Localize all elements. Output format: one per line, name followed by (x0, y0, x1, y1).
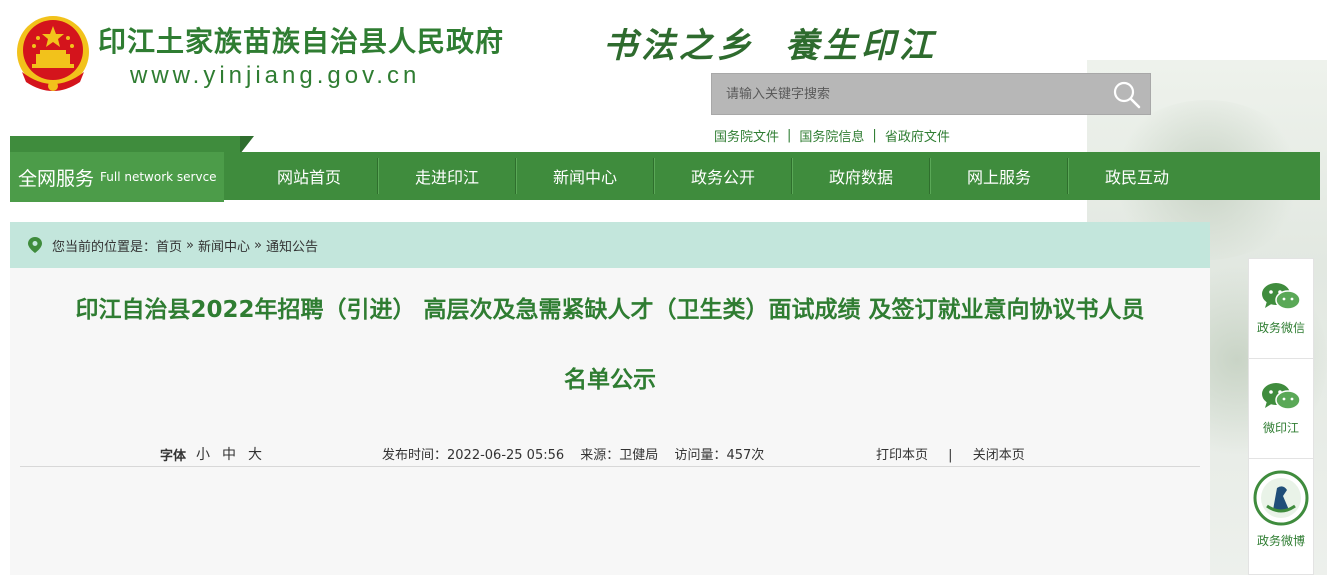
article-title-line2: 名单公示 (564, 367, 656, 393)
nav-item-news[interactable]: 新闻中心 (516, 152, 654, 200)
slogan: 书法之乡 養生印江 (603, 18, 937, 67)
weibo-logo-icon (1253, 470, 1309, 525)
search-input[interactable] (712, 74, 1107, 114)
slogan-left: 书法之乡 (603, 26, 755, 66)
article-meta: 字体 小 中 大 发布时间：2022-06-25 05:56 来源：卫健局 访问… (10, 444, 1210, 468)
article-source: 来源：卫健局 (580, 448, 659, 463)
separator: | (872, 128, 877, 143)
breadcrumb-separator: » (254, 237, 262, 253)
main-content: 您当前的位置是： 首页 » 新闻中心 » 通知公告 印江自治县2022年招聘（引… (10, 222, 1210, 575)
font-label: 字体 (160, 448, 187, 464)
close-page-link[interactable]: 关闭本页 (973, 448, 1025, 463)
publish-time: 发布时间：2022-06-25 05:56 (382, 448, 565, 463)
all-services-label-en: Full network servce (100, 170, 217, 184)
breadcrumb: 您当前的位置是： 首页 » 新闻中心 » 通知公告 (10, 222, 1210, 268)
nav-item-about[interactable]: 走进印江 (378, 152, 516, 200)
quick-links: 国务院文件 | 国务院信息 | 省政府文件 (714, 126, 950, 145)
font-size-medium[interactable]: 中 (222, 444, 236, 464)
breadcrumb-separator: » (186, 237, 194, 253)
location-pin-icon (28, 237, 42, 253)
quick-link-state-council-info[interactable]: 国务院信息 (799, 126, 864, 145)
view-count: 访问量：457次 (674, 448, 765, 463)
article-info: 发布时间：2022-06-25 05:56 来源：卫健局 访问量：457次 (382, 444, 776, 463)
breadcrumb-news[interactable]: 新闻中心 (198, 236, 250, 255)
search-box (711, 73, 1151, 115)
site-header: 印江土家族苗族自治县人民政府 www.yinjiang.gov.cn 书法之乡養… (0, 0, 1327, 150)
nav-item-gov-affairs[interactable]: 政务公开 (654, 152, 792, 200)
wechat-icon (1262, 283, 1301, 310)
side-item-gov-weibo[interactable]: 政务微博 (1249, 459, 1313, 559)
quick-link-state-council-docs[interactable]: 国务院文件 (714, 126, 779, 145)
separator: | (948, 448, 953, 463)
nav-item-interaction[interactable]: 政民互动 (1068, 152, 1206, 200)
side-item-gov-wechat[interactable]: 政务微信 (1249, 259, 1313, 359)
separator: | (787, 128, 792, 143)
main-nav: 网站首页 走进印江 新闻中心 政务公开 政府数据 网上服务 政民互动 (240, 152, 1206, 200)
site-url: www.yinjiang.gov.cn (130, 62, 421, 89)
side-item-wei-yinjiang[interactable]: 微印江 (1249, 359, 1313, 459)
breadcrumb-prefix: 您当前的位置是： (52, 239, 157, 255)
breadcrumb-home[interactable]: 首页 (156, 236, 182, 255)
font-size-control: 字体 小 中 大 (160, 444, 274, 464)
nav-item-online-services[interactable]: 网上服务 (930, 152, 1068, 200)
breadcrumb-notices[interactable]: 通知公告 (266, 236, 318, 255)
slogan-right: 養生印江 (785, 26, 937, 66)
article-title: 印江自治县2022年招聘（引进） 高层次及急需紧缺人才（卫生类）面试成绩 及签订… (10, 290, 1210, 400)
print-page-link[interactable]: 打印本页 (876, 448, 928, 463)
side-item-label: 政务微信 (1256, 321, 1305, 335)
all-services-label: 全网服务 (18, 167, 95, 190)
site-title: 印江土家族苗族自治县人民政府 (98, 25, 505, 58)
nav-item-gov-data[interactable]: 政府数据 (792, 152, 930, 200)
social-float-panel: 政务微信 微印江 政务微博 (1248, 258, 1314, 575)
wechat-icon (1262, 383, 1301, 410)
article-title-line1: 印江自治县2022年招聘（引进） 高层次及急需紧缺人才（卫生类）面试成绩 及签订… (75, 297, 1145, 323)
side-item-label: 政务微博 (1256, 533, 1305, 548)
font-size-large[interactable]: 大 (248, 444, 262, 464)
national-emblem-icon (17, 16, 89, 91)
meta-divider (20, 466, 1200, 467)
search-icon[interactable] (1112, 80, 1142, 110)
side-item-label: 微印江 (1262, 421, 1299, 435)
all-services-button[interactable]: 全网服务 Full network servce (10, 152, 224, 202)
quick-link-province-docs[interactable]: 省政府文件 (885, 126, 950, 145)
article-actions: 打印本页 | 关闭本页 (876, 444, 1025, 463)
font-size-small[interactable]: 小 (196, 444, 210, 464)
nav-item-home[interactable]: 网站首页 (240, 152, 378, 200)
